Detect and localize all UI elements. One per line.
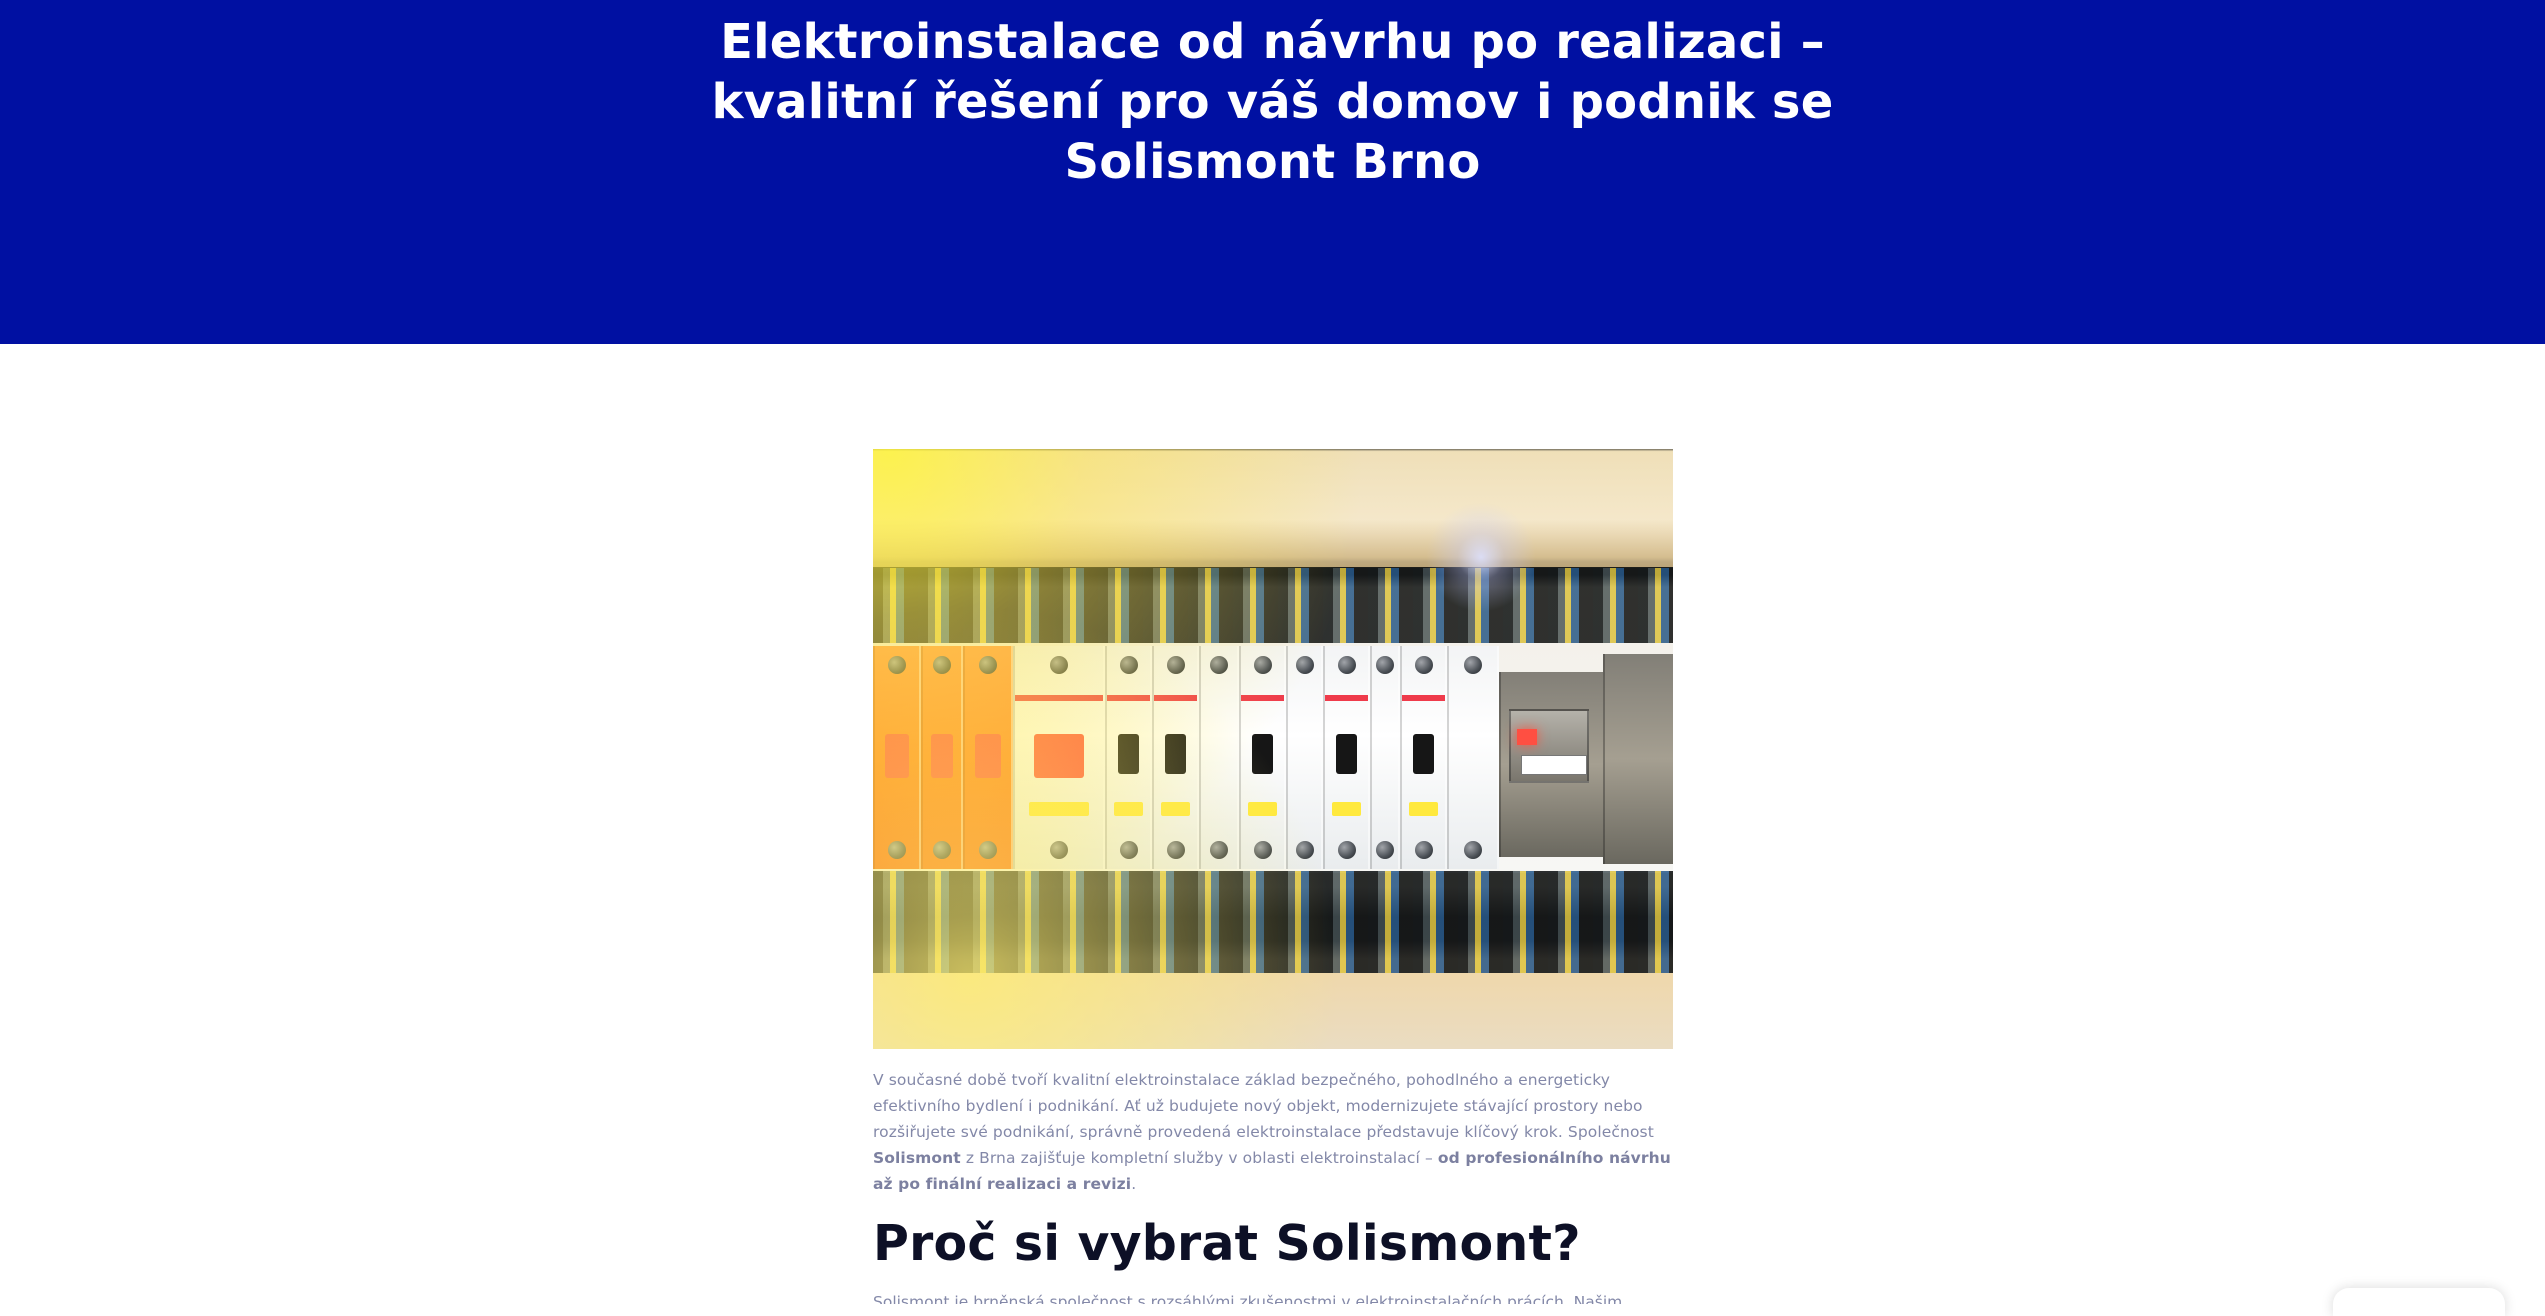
- intro-paragraph: V současné době tvoří kvalitní elektroin…: [873, 1067, 1673, 1197]
- electrical-panel-image: [873, 449, 1673, 1049]
- terminal-screw-icon: [1337, 656, 1356, 674]
- terminal-screw-icon: [1376, 656, 1394, 674]
- brand-name: Solismont: [873, 1149, 961, 1167]
- cable-duct-top: [873, 449, 1673, 567]
- manufacturer-band: [1325, 695, 1368, 701]
- terminal-screw-icon: [1414, 841, 1433, 859]
- manufacturer-band: [1241, 695, 1284, 701]
- terminal-screw-icon: [979, 841, 997, 859]
- protection-relay: [1509, 709, 1589, 783]
- breaker-spacer-module: [1286, 646, 1323, 869]
- terminal-screw-icon: [888, 656, 906, 674]
- intro-text-part1: V současné době tvoří kvalitní elektroin…: [873, 1071, 1654, 1141]
- manufacturer-band: [1015, 695, 1103, 701]
- terminal-screw-icon: [1166, 841, 1185, 859]
- terminal-screw-icon: [1464, 841, 1482, 859]
- cable-bundle-bottom: [873, 871, 1673, 973]
- terminal-screw-icon: [1337, 841, 1356, 859]
- intro-text-end: .: [1131, 1175, 1137, 1193]
- circuit-breaker-module: [1152, 646, 1199, 869]
- circuit-label-tag: [1331, 802, 1362, 816]
- terminal-screw-icon: [1253, 841, 1272, 859]
- circuit-label-tag: [1408, 802, 1439, 816]
- terminal-screw-icon: [1050, 656, 1068, 674]
- terminal-screw-icon: [1050, 841, 1068, 859]
- article-content: V současné době tvoří kvalitní elektroin…: [873, 449, 1673, 1304]
- terminal-screw-icon: [1166, 656, 1185, 674]
- terminal-screw-icon: [1376, 841, 1394, 859]
- circuit-label-tag: [1029, 802, 1089, 816]
- circuit-label-tag: [1247, 802, 1278, 816]
- circuit-breaker-module: [1239, 646, 1286, 869]
- intro-text-part2: z Brna zajišťuje kompletní služby v obla…: [965, 1149, 1433, 1167]
- terminal-screw-icon: [1295, 841, 1314, 859]
- terminal-screw-icon: [1464, 656, 1482, 674]
- breaker-spacer-module: [1199, 646, 1239, 869]
- terminal-screw-icon: [1210, 841, 1228, 859]
- terminal-screw-icon: [1119, 841, 1138, 859]
- manufacturer-band: [1402, 695, 1445, 701]
- terminal-screw-icon: [1414, 656, 1433, 674]
- floating-chat-widget[interactable]: [2333, 1288, 2505, 1316]
- circuit-label-tag: [1160, 802, 1191, 816]
- circuit-breaker-module: [1400, 646, 1447, 869]
- breaker-spacer-module: [1447, 646, 1499, 869]
- hero-banner: Elektroinstalace od návrhu po realizaci …: [0, 0, 2545, 344]
- terminal-screw-icon: [1253, 656, 1272, 674]
- surge-protector-module: [921, 646, 963, 869]
- circuit-breaker-module: [1323, 646, 1370, 869]
- circuit-breaker-module: [1105, 646, 1152, 869]
- breaker-spacer-module: [1370, 646, 1400, 869]
- terminal-screw-icon: [979, 656, 997, 674]
- cable-bundle-top: [873, 568, 1673, 646]
- manufacturer-band: [1154, 695, 1197, 701]
- circuit-label-tag: [1113, 802, 1144, 816]
- terminal-screw-icon: [933, 841, 951, 859]
- page-title: Elektroinstalace od návrhu po realizaci …: [711, 14, 1834, 190]
- terminal-screw-icon: [1119, 656, 1138, 674]
- cut-off-paragraph: Solismont je brněnská společnost s rozsá…: [873, 1293, 1623, 1304]
- main-switch-module: [1013, 646, 1105, 869]
- terminal-screw-icon: [1295, 656, 1314, 674]
- section-heading: Proč si vybrat Solismont?: [873, 1215, 1581, 1272]
- manufacturer-band: [1107, 695, 1150, 701]
- terminal-screw-icon: [933, 656, 951, 674]
- surge-protector-module: [963, 646, 1013, 869]
- surge-protector-module: [873, 646, 921, 869]
- terminal-screw-icon: [1210, 656, 1228, 674]
- terminal-screw-icon: [888, 841, 906, 859]
- terminal-block: [1603, 654, 1673, 864]
